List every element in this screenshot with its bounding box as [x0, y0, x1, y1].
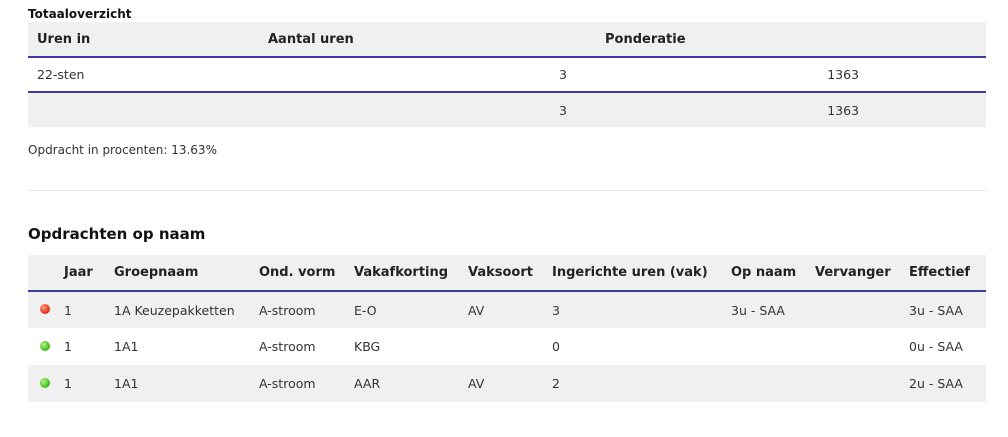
table-row[interactable]: 1 1A Keuzepakketten A-stroom E-O AV 3 3u…: [28, 291, 986, 328]
status-green-dot-icon: [40, 377, 50, 388]
cell-groepnaam: 1A Keuzepakketten: [114, 291, 259, 328]
cell-vakafkorting: KBG: [354, 328, 468, 365]
table-row[interactable]: 1 1A1 A-stroom KBG 0 0u - SAA: [28, 328, 986, 365]
header-jaar[interactable]: Jaar: [64, 255, 114, 292]
cell-groepnaam: 1A1: [114, 365, 259, 402]
cell-op-naam: [731, 365, 815, 402]
header-groepnaam[interactable]: Groepnaam: [114, 255, 259, 292]
status-cell: [28, 365, 64, 402]
cell-vervanger: [815, 328, 909, 365]
totaaloverzicht-table: Uren in Aantal uren Ponderatie 22-sten 3…: [28, 22, 986, 127]
percent-text: Opdracht in procenten: 13.63%: [28, 143, 217, 157]
cell-vervanger: [815, 365, 909, 402]
header-effectief[interactable]: Effectief: [909, 255, 986, 292]
cell-groepnaam: 1A1: [114, 328, 259, 365]
cell-ond-vorm: A-stroom: [259, 365, 354, 402]
status-green-dot-icon: [40, 340, 50, 351]
header-uren-in[interactable]: Uren in: [28, 22, 259, 58]
header-ponderatie[interactable]: Ponderatie: [596, 22, 986, 58]
cell-jaar: 1: [64, 291, 114, 328]
opdrachten-title: Opdrachten op naam: [28, 225, 206, 243]
cell-vervanger: [815, 291, 909, 328]
table-row: 22-sten 3 1363: [28, 57, 986, 93]
cell-ponderatie: 1363: [596, 57, 986, 93]
cell-ingerichte-uren: 3: [552, 291, 731, 328]
totaaloverzicht-title: Totaaloverzicht: [28, 7, 132, 21]
table-total-row: 3 1363: [28, 92, 986, 127]
header-op-naam[interactable]: Op naam: [731, 255, 815, 292]
opdrachten-table: Jaar Groepnaam Ond. vorm Vakafkorting Va…: [28, 255, 986, 402]
cell-effectief: 3u - SAA: [909, 291, 986, 328]
table-row[interactable]: 1 1A1 A-stroom AAR AV 2 2u - SAA: [28, 365, 986, 402]
cell-aantal-total: 3: [259, 92, 596, 127]
cell-ponderatie-total: 1363: [596, 92, 986, 127]
cell-uren-in: [28, 92, 259, 127]
cell-vaksoort: AV: [468, 365, 552, 402]
status-cell: [28, 328, 64, 365]
cell-uren-in: 22-sten: [28, 57, 259, 93]
cell-ingerichte-uren: 2: [552, 365, 731, 402]
header-vervanger[interactable]: Vervanger: [815, 255, 909, 292]
header-vaksoort[interactable]: Vaksoort: [468, 255, 552, 292]
table-header-row: Uren in Aantal uren Ponderatie: [28, 22, 986, 58]
status-red-dot-icon: [40, 304, 50, 314]
table-header-row: Jaar Groepnaam Ond. vorm Vakafkorting Va…: [28, 255, 986, 292]
cell-ond-vorm: A-stroom: [259, 328, 354, 365]
cell-ingerichte-uren: 0: [552, 328, 731, 365]
header-ingerichte-uren[interactable]: Ingerichte uren (vak): [552, 255, 731, 292]
header-ond-vorm[interactable]: Ond. vorm: [259, 255, 354, 292]
cell-op-naam: 3u - SAA: [731, 291, 815, 328]
cell-aantal: 3: [259, 57, 596, 93]
cell-effectief: 0u - SAA: [909, 328, 986, 365]
section-divider: [28, 190, 986, 191]
header-aantal-uren[interactable]: Aantal uren: [259, 22, 596, 58]
header-status: [28, 255, 64, 292]
cell-jaar: 1: [64, 365, 114, 402]
header-vakafkorting[interactable]: Vakafkorting: [354, 255, 468, 292]
status-cell: [28, 291, 64, 328]
cell-vakafkorting: AAR: [354, 365, 468, 402]
cell-vaksoort: AV: [468, 291, 552, 328]
cell-op-naam: [731, 328, 815, 365]
cell-effectief: 2u - SAA: [909, 365, 986, 402]
cell-jaar: 1: [64, 328, 114, 365]
cell-ond-vorm: A-stroom: [259, 291, 354, 328]
cell-vaksoort: [468, 328, 552, 365]
cell-vakafkorting: E-O: [354, 291, 468, 328]
